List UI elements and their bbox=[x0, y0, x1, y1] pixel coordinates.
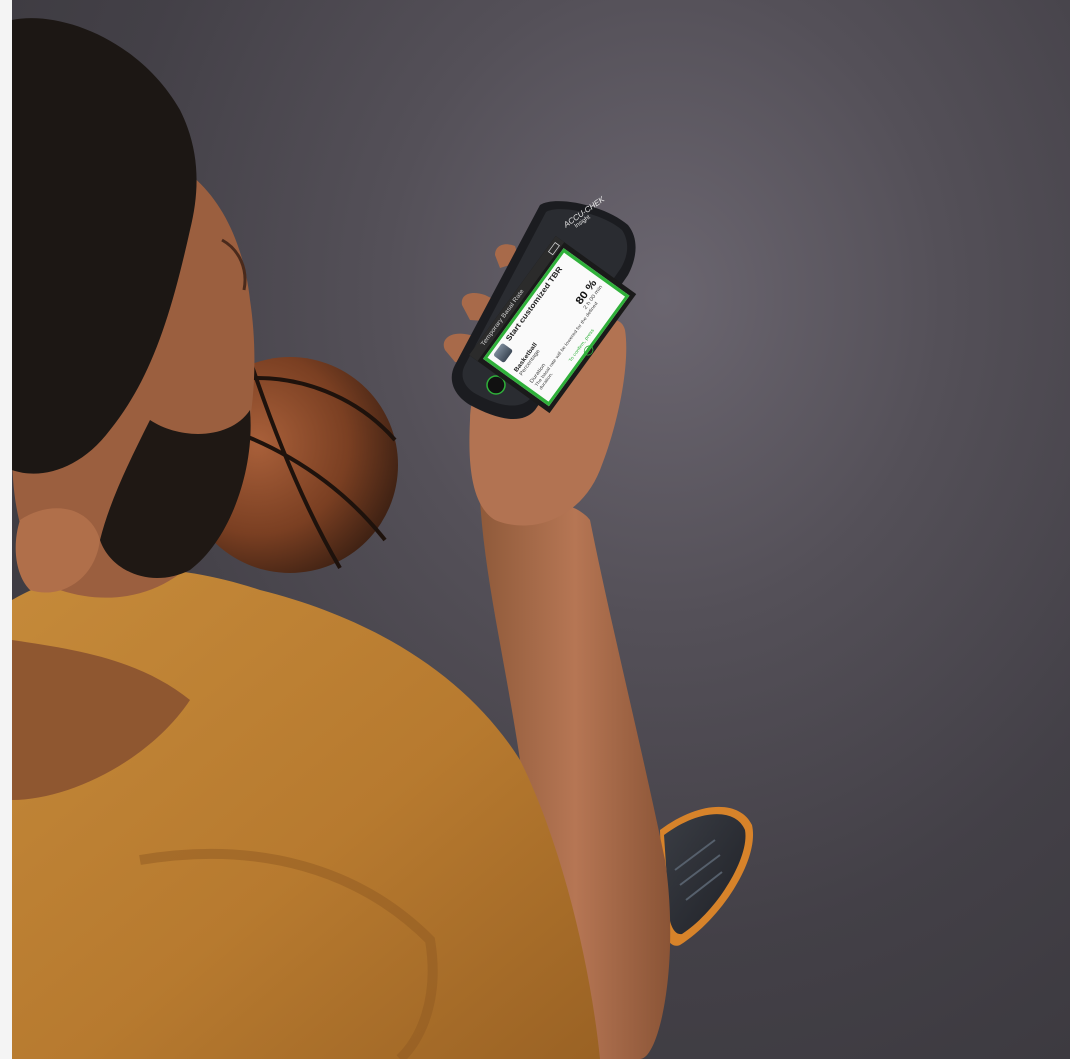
left-border bbox=[0, 0, 12, 1059]
photo-illustration bbox=[12, 18, 754, 1059]
photo-scene: ACCU-CHEK Insight Temporary Basal Rate S… bbox=[0, 0, 1070, 1059]
head bbox=[12, 18, 255, 598]
pump-icon bbox=[493, 342, 514, 364]
sneaker bbox=[660, 806, 754, 946]
